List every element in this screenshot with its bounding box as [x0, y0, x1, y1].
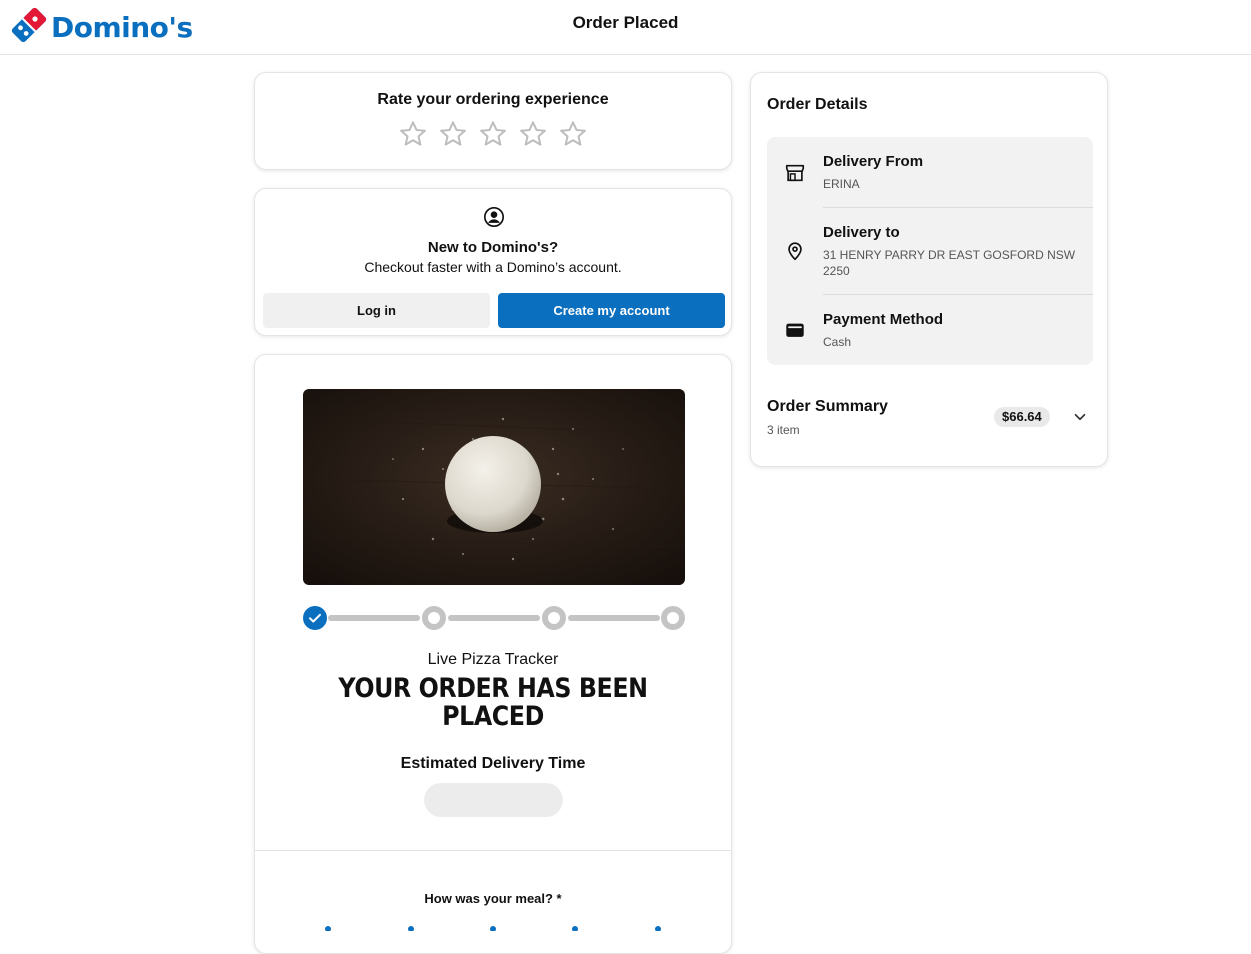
tracker-title: Live Pizza Tracker: [427, 651, 559, 668]
star-icon-3[interactable]: [478, 119, 508, 149]
user-circle-icon: [484, 207, 504, 227]
estimated-delivery-placeholder: [424, 783, 563, 817]
map-pin-icon: [788, 242, 802, 261]
meal-rating-options: [325, 926, 661, 931]
section-divider: [255, 850, 731, 851]
chevron-down-icon[interactable]: [1071, 408, 1089, 426]
account-subtitle: Checkout faster with a Domino’s account.: [364, 259, 622, 275]
page-title: Order Placed: [572, 13, 679, 32]
info-divider: [823, 294, 1093, 295]
pizza-tracker-card: Live Pizza Tracker YOUR ORDER HAS BEEN P…: [254, 354, 732, 954]
dough-image: [303, 389, 685, 585]
create-account-button[interactable]: Create my account: [498, 293, 725, 328]
account-card: New to Domino's? Checkout faster with a …: [254, 188, 732, 336]
ring-icon: [661, 606, 685, 630]
store-icon: [785, 164, 805, 182]
info-divider: [823, 207, 1093, 208]
order-details-title: Order Details: [767, 96, 868, 113]
delivery-to-label: Delivery to: [823, 224, 900, 241]
account-title: New to Domino's?: [427, 239, 559, 256]
payment-method-label: Payment Method: [823, 311, 944, 328]
star-icon-5[interactable]: [558, 119, 588, 149]
estimated-delivery-label: Estimated Delivery Time: [400, 755, 586, 772]
order-summary-title: Order Summary: [767, 398, 888, 415]
order-total-badge: $66.64: [994, 407, 1050, 427]
login-button[interactable]: Log in: [263, 293, 490, 328]
tracker-status: YOUR ORDER HAS BEEN PLACED: [284, 675, 703, 731]
order-info-box: Delivery From ERINA Delivery to 31 HENRY…: [767, 137, 1093, 365]
tracker-status-line-2: PLACED: [442, 701, 544, 732]
ring-icon: [422, 606, 446, 630]
rating-card: Rate your ordering experience: [254, 72, 732, 170]
rating-title: Rate your ordering experience: [377, 91, 609, 108]
star-icon-1[interactable]: [398, 119, 428, 149]
ring-icon: [542, 606, 566, 630]
meal-question: How was your meal? *: [424, 891, 562, 906]
star-icon-2[interactable]: [438, 119, 468, 149]
check-circle-icon: [303, 606, 327, 630]
star-icon-4[interactable]: [518, 119, 548, 149]
dough-ball-illustration: [303, 389, 685, 585]
delivery-to-value: 31 HENRY PARRY DR EAST GOSFORD NSW 2250: [823, 248, 1076, 278]
order-details-card: Order Details Delivery From ERINA Delive…: [750, 72, 1108, 467]
payment-method-value: Cash: [823, 335, 852, 349]
delivery-from-label: Delivery From: [823, 153, 924, 170]
rating-stars: [255, 119, 731, 149]
top-header: Domino's Order Placed: [0, 0, 1251, 55]
order-summary-item-count: 3 item: [767, 423, 800, 437]
wallet-icon: [786, 323, 804, 337]
tracker-status-line-1: YOUR ORDER HAS BEEN: [338, 673, 648, 704]
tracker-progress: [303, 606, 685, 630]
delivery-from-value: ERINA: [823, 177, 860, 191]
